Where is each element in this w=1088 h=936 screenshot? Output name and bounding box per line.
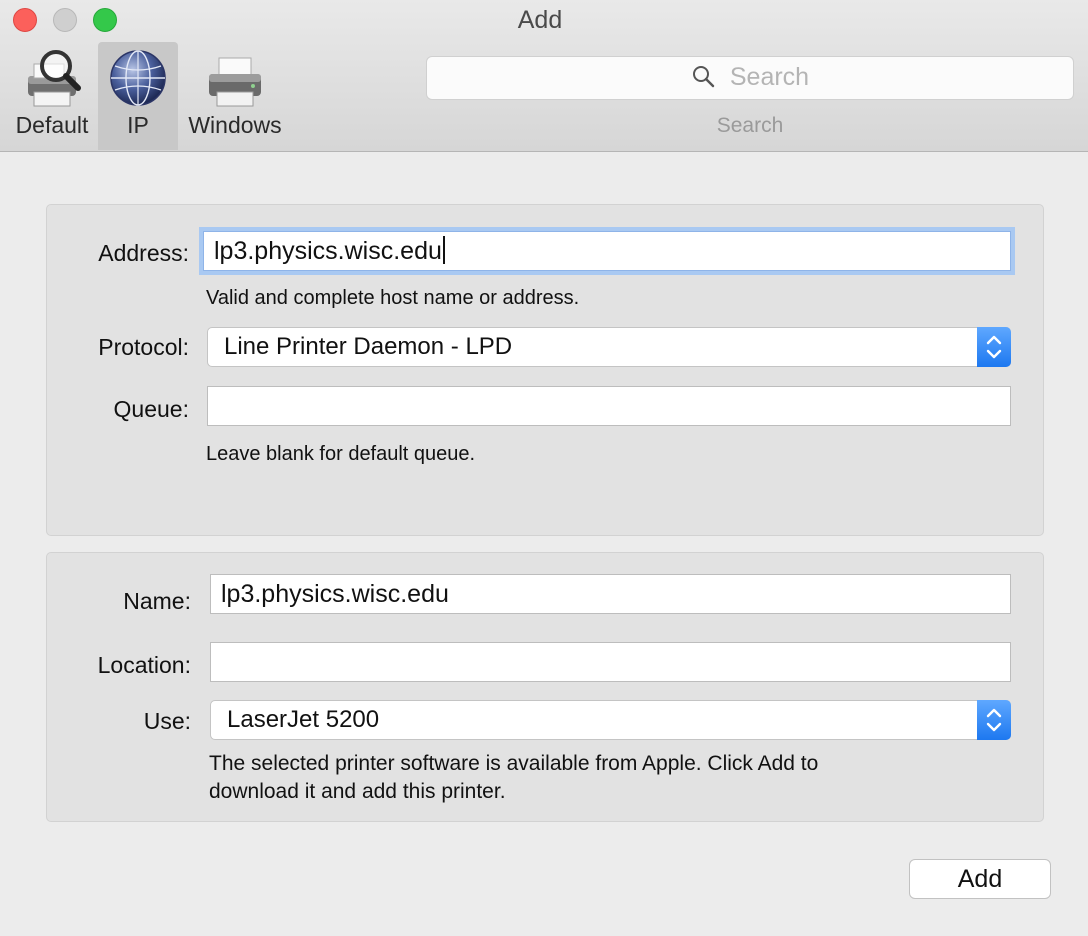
add-printer-window: Add Default IP Windows Search Search Add… [0, 0, 1088, 936]
search-caption: Search [716, 114, 784, 137]
windows-printer-icon [203, 46, 267, 115]
name-field[interactable]: lp3.physics.wisc.edu [210, 574, 1011, 614]
protocol-label: Protocol: [98, 334, 189, 360]
queue-label: Queue: [113, 396, 189, 422]
location-field[interactable] [210, 642, 1011, 682]
toolbar-default-button[interactable]: Default [8, 42, 96, 150]
queue-hint: Leave blank for default queue. [206, 443, 476, 465]
address-field[interactable]: lp3.physics.wisc.edu [203, 231, 1011, 271]
address-label: Address: [98, 240, 189, 266]
toolbar-windows-label: Windows [188, 112, 282, 138]
use-driver-popup[interactable]: LaserJet 5200 [210, 700, 1011, 740]
protocol-popup[interactable]: Line Printer Daemon - LPD [207, 327, 1011, 367]
toolbar-ip-label: IP [127, 112, 149, 138]
use-hint-line-1: The selected printer software is availab… [209, 752, 819, 775]
address-value: lp3.physics.wisc.edu [214, 237, 442, 265]
ip-globe-icon [106, 46, 170, 115]
toolbar-ip-button[interactable]: IP [98, 42, 178, 150]
add-button[interactable]: Add [909, 859, 1051, 899]
chevron-up-down-icon [977, 327, 1011, 367]
use-hint: The selected printer software is availab… [209, 750, 818, 806]
use-label: Use: [143, 708, 191, 734]
toolbar-windows-button[interactable]: Windows [180, 42, 290, 150]
protocol-value: Line Printer Daemon - LPD [224, 333, 513, 360]
window-title: Add [517, 6, 563, 34]
address-hint: Valid and complete host name or address. [206, 287, 580, 309]
use-hint-line-2: download it and add this printer. [209, 780, 506, 803]
queue-field[interactable] [207, 386, 1011, 426]
chevron-up-down-icon [977, 700, 1011, 740]
text-caret [442, 236, 445, 264]
search-icon [691, 63, 730, 91]
search-placeholder: Search [729, 63, 810, 91]
name-label: Name: [123, 588, 191, 614]
location-label: Location: [97, 652, 191, 678]
use-value: LaserJet 5200 [227, 706, 380, 733]
search-field[interactable]: Search [426, 56, 1074, 100]
search-placeholder-wrap: Search [427, 63, 1073, 92]
title-bar: Add Default IP Windows Search Search [0, 0, 1088, 152]
toolbar-default-label: Default [15, 112, 89, 138]
default-printer-magnifier-icon [20, 46, 84, 115]
